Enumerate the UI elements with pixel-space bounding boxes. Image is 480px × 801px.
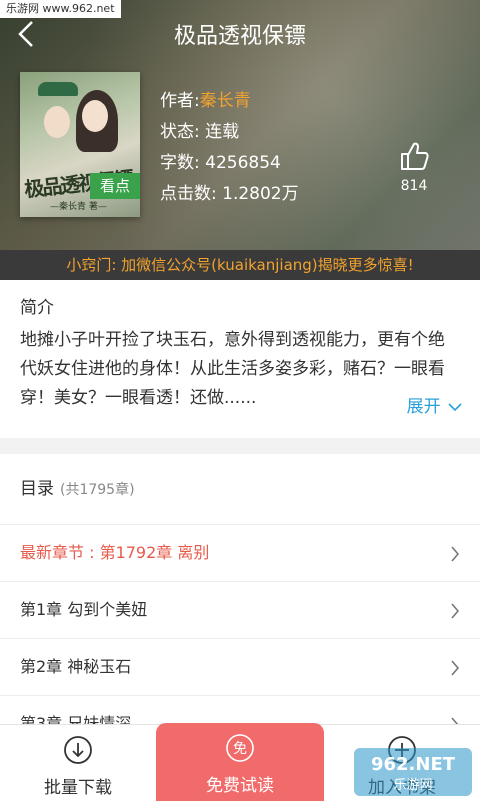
chapter-title: 最新章节 : 第1792章 离别	[20, 543, 210, 562]
thumbs-up-icon	[401, 142, 429, 170]
site-watermark-logo: 962.NET 乐游网	[354, 748, 472, 796]
chevron-right-icon	[451, 603, 460, 619]
author-label: 作者:	[160, 91, 200, 111]
book-header: 极品透视保镖 极品透视保镖 —秦长青 著— 看点 作者:秦长青 状态: 连载 字…	[0, 0, 480, 250]
toc-header[interactable]: 目录 (共1795章)	[0, 454, 480, 525]
chevron-down-icon	[448, 403, 462, 412]
chapter-title: 第1章 勾到个美妞	[20, 600, 148, 619]
free-trial-label: 免费试读	[206, 776, 274, 796]
like-count: 814	[400, 178, 428, 194]
read-badge-button[interactable]: 看点	[90, 173, 140, 199]
page-title: 极品透视保镖	[173, 24, 306, 49]
author-row: 作者:秦长青	[160, 86, 299, 117]
expand-button[interactable]: 展开	[407, 392, 462, 417]
expand-label: 展开	[406, 397, 441, 417]
batch-download-button[interactable]: 批量下载	[0, 725, 156, 801]
download-label: 批量下载	[44, 778, 112, 798]
intro-heading: 简介	[20, 298, 54, 318]
book-cover[interactable]: 极品透视保镖 —秦长青 著— 看点	[20, 72, 140, 217]
cover-author: —秦长青 著—	[50, 202, 107, 212]
word-count: 字数: 4256854	[160, 153, 281, 173]
free-icon-char: 免	[233, 741, 247, 757]
table-of-contents: 目录 (共1795章) 最新章节 : 第1792章 离别 第1章 勾到个美妞 第2…	[0, 454, 480, 753]
latest-chapter-item[interactable]: 最新章节 : 第1792章 离别	[0, 525, 480, 582]
section-divider	[0, 438, 480, 454]
intro-section: 简介 地摊小子叶开捡了块玉石，意外得到透视能力，更有个绝代妖女住进他的身体！从此…	[0, 280, 480, 438]
watermark-text: 乐游网 www.962.net	[0, 0, 121, 18]
chapter-item[interactable]: 第1章 勾到个美妞	[0, 582, 480, 639]
author-link[interactable]: 秦长青	[200, 91, 251, 111]
toc-heading: 目录	[20, 479, 54, 499]
like-button[interactable]: 814	[396, 140, 432, 194]
chapter-count: (共1795章)	[60, 482, 135, 498]
svg-text:962.NET: 962.NET	[371, 754, 456, 775]
tip-banner: 小窍门: 加微信公众号(kuaikanjiang)揭晓更多惊喜!	[0, 250, 480, 280]
click-count: 点击数: 1.2802万	[160, 184, 299, 204]
download-icon	[64, 736, 92, 764]
free-trial-button[interactable]: 免 免费试读	[156, 723, 324, 801]
chevron-right-icon	[451, 660, 460, 676]
free-icon: 免	[226, 734, 254, 762]
status-text: 状态: 连载	[160, 122, 240, 142]
chevron-right-icon	[451, 546, 460, 562]
chapter-item[interactable]: 第2章 神秘玉石	[0, 639, 480, 696]
book-meta: 作者:秦长青 状态: 连载 字数: 4256854 点击数: 1.2802万	[160, 86, 299, 210]
intro-text: 地摊小子叶开捡了块玉石，意外得到透视能力，更有个绝代妖女住进他的身体！从此生活多…	[20, 330, 445, 408]
svg-text:乐游网: 乐游网	[393, 778, 432, 793]
chapter-title: 第2章 神秘玉石	[20, 657, 132, 676]
